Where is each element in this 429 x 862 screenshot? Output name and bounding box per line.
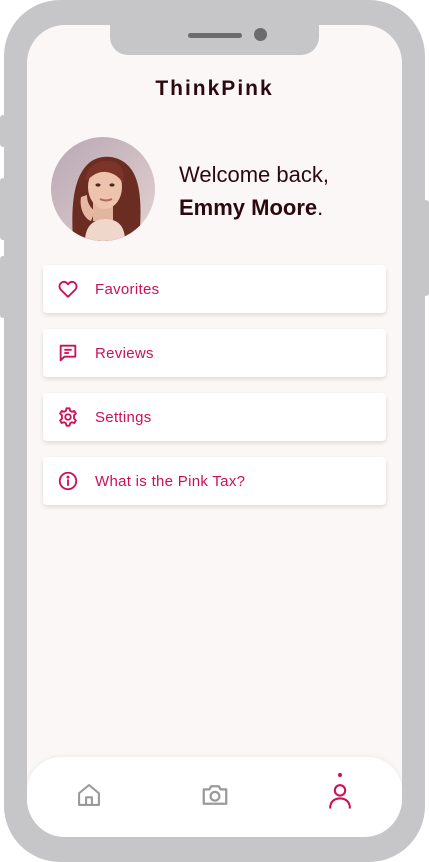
menu-item-reviews[interactable]: Reviews: [43, 329, 386, 377]
avatar-image: [51, 137, 155, 241]
home-icon: [75, 781, 103, 814]
side-button: [0, 256, 6, 318]
tab-home[interactable]: [69, 777, 109, 817]
active-tab-indicator: [338, 773, 342, 777]
speaker-grille: [188, 33, 242, 38]
menu-item-label: Settings: [95, 408, 152, 426]
heart-icon: [57, 278, 79, 300]
front-camera: [254, 28, 267, 41]
menu-item-favorites[interactable]: Favorites: [43, 265, 386, 313]
message-icon: [57, 342, 79, 364]
menu-item-label: Favorites: [95, 280, 160, 298]
side-button: [0, 115, 6, 147]
tab-camera[interactable]: [195, 777, 235, 817]
name-suffix: .: [317, 195, 324, 220]
menu-item-label: What is the Pink Tax?: [95, 472, 246, 490]
menu-item-pink-tax[interactable]: What is the Pink Tax?: [43, 457, 386, 505]
menu-item-settings[interactable]: Settings: [43, 393, 386, 441]
bottom-tab-bar: [27, 757, 402, 837]
app-title: ThinkPink: [155, 77, 274, 100]
tab-profile[interactable]: [320, 773, 360, 817]
gear-icon: [57, 406, 79, 428]
welcome-message: Welcome back, Emmy Moore.: [179, 158, 329, 224]
user-icon: [326, 780, 354, 815]
camera-icon: [200, 780, 230, 815]
info-icon: [57, 470, 79, 492]
side-button: [423, 200, 429, 296]
side-button: [0, 178, 6, 240]
welcome-greeting: Welcome back,: [179, 162, 329, 187]
avatar: [51, 137, 155, 241]
profile-menu: Favorites Reviews Settings What is the P…: [43, 265, 386, 521]
user-name: Emmy Moore: [179, 195, 318, 220]
menu-item-label: Reviews: [95, 344, 154, 362]
phone-notch: [110, 25, 319, 55]
welcome-name-line: Emmy Moore.: [179, 191, 329, 224]
app-screen: ThinkPink Welcome back, Emmy Moore. Favo…: [27, 25, 402, 837]
